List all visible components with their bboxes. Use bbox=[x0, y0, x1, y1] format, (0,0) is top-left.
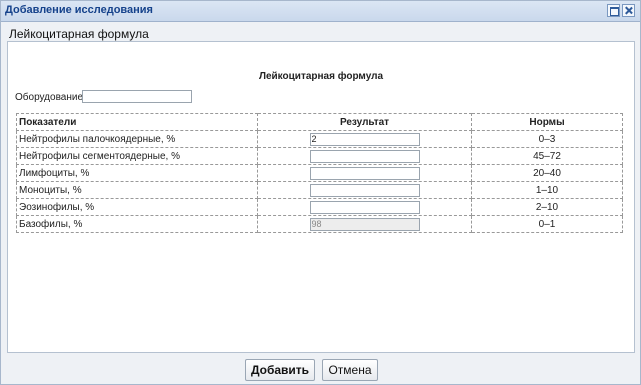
result-input[interactable] bbox=[309, 183, 420, 197]
result-input[interactable] bbox=[309, 200, 420, 214]
header-norms: Нормы bbox=[471, 113, 623, 131]
panel-header: Лейкоцитарная формула bbox=[9, 27, 149, 41]
header-result: Результат bbox=[257, 113, 472, 131]
equipment-label: Оборудование: bbox=[15, 92, 86, 103]
equipment-input[interactable] bbox=[82, 90, 192, 103]
indicator-name: Базофилы, % bbox=[16, 215, 258, 233]
results-table: Показатели Результат Нормы Нейтрофилы па… bbox=[16, 113, 623, 233]
header-indicator: Показатели bbox=[16, 113, 258, 131]
indicator-name: Лимфоциты, % bbox=[16, 164, 258, 182]
dialog-titlebar[interactable]: Добавление исследования bbox=[1, 1, 640, 22]
result-input[interactable] bbox=[309, 166, 420, 180]
result-input-readonly bbox=[309, 217, 420, 231]
norm-value: 0–1 bbox=[471, 215, 623, 233]
indicator-name: Моноциты, % bbox=[16, 181, 258, 199]
table-row: Лимфоциты, % 20–40 bbox=[16, 164, 623, 182]
norm-value: 1–10 bbox=[471, 181, 623, 199]
indicator-name: Нейтрофилы сегментоядерные, % bbox=[16, 147, 258, 165]
result-input[interactable] bbox=[309, 149, 420, 163]
table-row: Нейтрофилы палочкоядерные, % 0–3 bbox=[16, 130, 623, 148]
add-button[interactable]: Добавить bbox=[245, 359, 315, 381]
norm-value: 2–10 bbox=[471, 198, 623, 216]
indicator-name: Эозинофилы, % bbox=[16, 198, 258, 216]
maximize-icon[interactable] bbox=[607, 4, 620, 17]
form-title: Лейкоцитарная формула bbox=[258, 71, 384, 82]
norm-value: 45–72 bbox=[471, 147, 623, 165]
table-row: Базофилы, % 0–1 bbox=[16, 215, 623, 233]
norm-value: 20–40 bbox=[471, 164, 623, 182]
table-row: Эозинофилы, % 2–10 bbox=[16, 198, 623, 216]
table-header-row: Показатели Результат Нормы bbox=[16, 113, 623, 131]
cancel-button[interactable]: Отмена bbox=[322, 359, 378, 381]
form-panel: Лейкоцитарная формула Оборудование: Пока… bbox=[7, 41, 635, 353]
norm-value: 0–3 bbox=[471, 130, 623, 148]
add-study-dialog: Добавление исследования Лейкоцитарная фо… bbox=[0, 0, 641, 385]
table-row: Моноциты, % 1–10 bbox=[16, 181, 623, 199]
dialog-title: Добавление исследования bbox=[5, 4, 153, 16]
indicator-name: Нейтрофилы палочкоядерные, % bbox=[16, 130, 258, 148]
result-input[interactable] bbox=[309, 132, 420, 146]
table-row: Нейтрофилы сегментоядерные, % 45–72 bbox=[16, 147, 623, 165]
close-icon[interactable] bbox=[622, 4, 635, 17]
